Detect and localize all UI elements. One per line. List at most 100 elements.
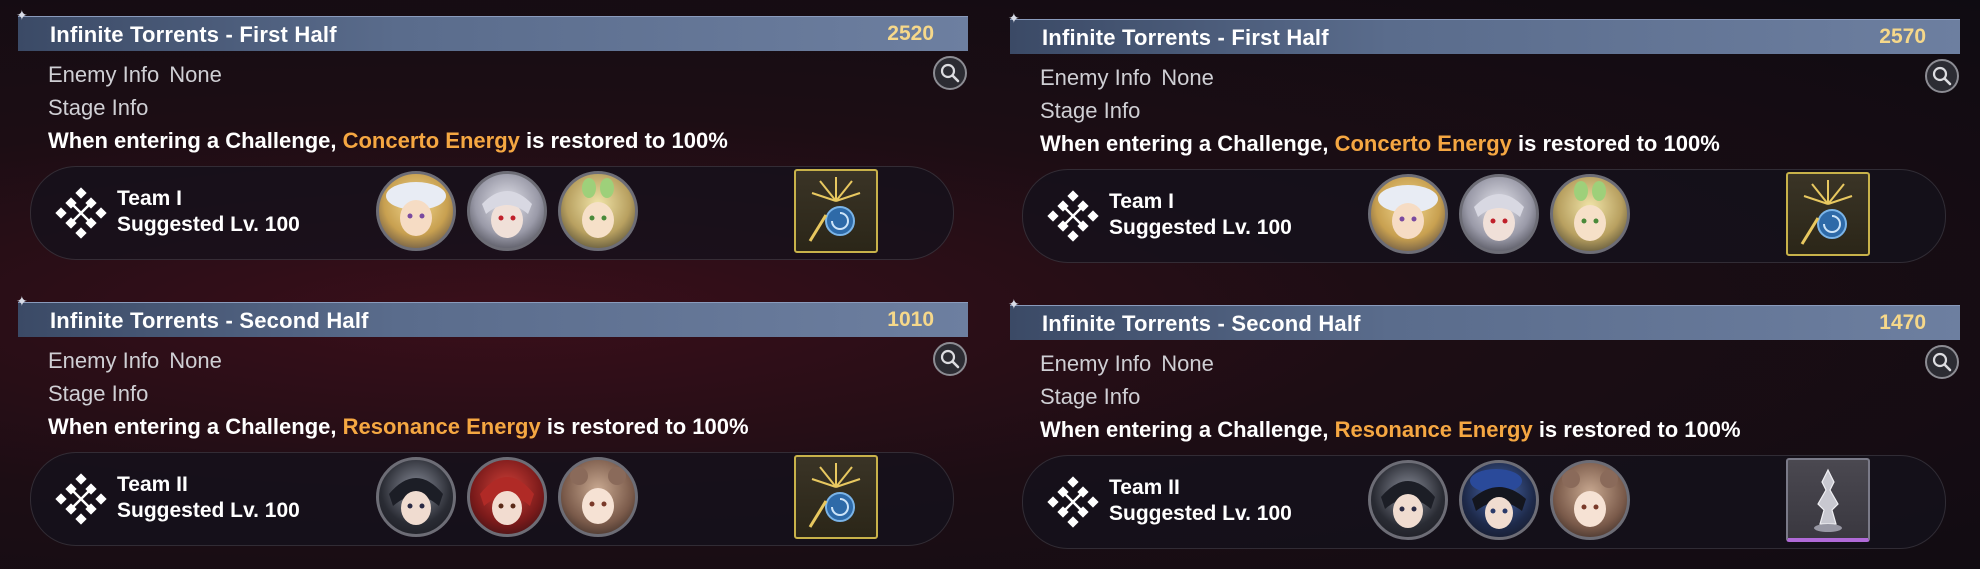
team-crossed-swords-icon (55, 187, 107, 239)
team-panel: Team I Suggested Lv. 100 (1022, 169, 1946, 263)
stage-title: Infinite Torrents - Second Half (50, 308, 369, 333)
character-avatar-dark-hair[interactable] (376, 457, 456, 537)
magnifier-button[interactable] (933, 56, 967, 90)
magnifier-icon (940, 63, 960, 83)
team-panel: Team II Suggested Lv. 100 (1022, 455, 1946, 549)
enemy-info-value: None (1161, 351, 1214, 376)
magnifier-button[interactable] (933, 342, 967, 376)
team-crossed-swords-icon (55, 473, 107, 525)
desc-suffix: is restored to 100% (546, 414, 749, 439)
magnifier-icon (940, 349, 960, 369)
character-avatar-silver-hair[interactable] (467, 171, 547, 251)
character-portrait (1574, 181, 1606, 241)
team-name: Team I (1109, 190, 1174, 213)
character-portrait (570, 467, 626, 524)
stage-title: Infinite Torrents - Second Half (1042, 311, 1361, 336)
stage-header-bar: ✦ Infinite Torrents - Second Half 1470 (1008, 296, 1960, 340)
enemy-info-label: Enemy Info (1040, 351, 1152, 376)
stage-description: When entering a Challenge, Resonance Ene… (1040, 417, 1741, 443)
echo-slot[interactable] (794, 455, 878, 539)
character-portrait (1381, 481, 1435, 528)
enemy-info-value: None (169, 348, 222, 373)
character-avatar-green-leaf[interactable] (558, 171, 638, 251)
desc-highlight: Resonance Energy (342, 414, 541, 439)
sparkle-icon: ✦ (16, 293, 28, 309)
character-portrait (482, 191, 532, 238)
stage-info-label: Stage Info (1040, 98, 1141, 123)
character-avatar-bear-ears[interactable] (1550, 460, 1630, 540)
suggested-level: Suggested Lv. 100 (1109, 502, 1292, 525)
enemy-info-value: None (169, 62, 222, 87)
sparkle-icon: ✦ (1008, 10, 1020, 26)
stage-header-bar: ✦ Infinite Torrents - First Half 2520 (16, 7, 968, 51)
suggested-level: Suggested Lv. 100 (117, 213, 300, 236)
character-portrait (1562, 470, 1618, 527)
right-record-column: ✦ Infinite Torrents - First Half 2570 En… (992, 0, 1960, 569)
stage-score: 2520 (887, 22, 934, 45)
stage-info-label: Stage Info (1040, 384, 1141, 409)
character-portrait (389, 478, 443, 525)
stage-title: Infinite Torrents - First Half (50, 22, 337, 47)
magnifier-icon (1932, 352, 1952, 372)
stage-score: 1010 (887, 308, 934, 331)
character-portrait (1378, 185, 1438, 239)
character-avatar-dark-hair[interactable] (1368, 460, 1448, 540)
enemy-info-label: Enemy Info (48, 62, 160, 87)
enemy-info-label: Enemy Info (1040, 65, 1152, 90)
desc-suffix: is restored to 100% (1538, 417, 1741, 442)
desc-prefix: When entering a Challenge, (1040, 417, 1329, 442)
enemy-info-row: Enemy Info None (48, 348, 222, 374)
suggested-level: Suggested Lv. 100 (117, 499, 300, 522)
character-portrait (582, 178, 614, 238)
team-crossed-swords-icon (1047, 476, 1099, 528)
team-crossed-swords-icon (1047, 190, 1099, 242)
enemy-info-label: Enemy Info (48, 348, 160, 373)
character-portrait (480, 477, 534, 525)
echo-slot[interactable] (1786, 458, 1870, 542)
stage-info-label: Stage Info (48, 381, 149, 406)
magnifier-button[interactable] (1925, 345, 1959, 379)
stage-score: 2570 (1879, 25, 1926, 48)
stage-score: 1470 (1879, 311, 1926, 334)
character-avatar-blonde-white-hat[interactable] (376, 171, 456, 251)
character-avatar-blonde-white-hat[interactable] (1368, 174, 1448, 254)
magnifier-icon (1932, 66, 1952, 86)
character-avatar-red-hair[interactable] (467, 457, 547, 537)
echo-slot[interactable] (1786, 172, 1870, 256)
golden-seahorse-echo-icon (808, 463, 861, 528)
magnifier-button[interactable] (1925, 59, 1959, 93)
character-avatar-blue-beret[interactable] (1459, 460, 1539, 540)
stage-description: When entering a Challenge, Concerto Ener… (1040, 131, 1720, 157)
team-name: Team I (117, 187, 182, 210)
stage-description: When entering a Challenge, Concerto Ener… (48, 128, 728, 154)
sparkle-icon: ✦ (1008, 296, 1020, 312)
character-portrait (386, 182, 446, 236)
stage-description: When entering a Challenge, Resonance Ene… (48, 414, 749, 440)
echo-slot[interactable] (794, 169, 878, 253)
stage-info-label: Stage Info (48, 95, 149, 120)
enemy-info-row: Enemy Info None (1040, 351, 1214, 377)
character-avatar-green-leaf[interactable] (1550, 174, 1630, 254)
desc-highlight: Concerto Energy (1334, 131, 1512, 156)
silver-statue-echo-icon (1814, 468, 1842, 532)
enemy-info-value: None (1161, 65, 1214, 90)
team-name: Team II (1109, 476, 1180, 499)
team-panel: Team I Suggested Lv. 100 (30, 166, 954, 260)
team-name: Team II (117, 473, 188, 496)
desc-prefix: When entering a Challenge, (48, 128, 337, 153)
desc-suffix: is restored to 100% (526, 128, 728, 153)
character-avatar-bear-ears[interactable] (558, 457, 638, 537)
left-record-column: ✦ Infinite Torrents - First Half 2520 En… (0, 0, 968, 569)
character-avatar-silver-hair[interactable] (1459, 174, 1539, 254)
stage-header-bar: ✦ Infinite Torrents - Second Half 1010 (16, 293, 968, 337)
stage-title: Infinite Torrents - First Half (1042, 25, 1329, 50)
character-portrait (1474, 194, 1524, 241)
team-panel: Team II Suggested Lv. 100 (30, 452, 954, 546)
enemy-info-row: Enemy Info None (1040, 65, 1214, 91)
desc-suffix: is restored to 100% (1518, 131, 1720, 156)
desc-highlight: Concerto Energy (342, 128, 520, 153)
suggested-level: Suggested Lv. 100 (1109, 216, 1292, 239)
golden-seahorse-echo-icon (808, 177, 861, 242)
golden-seahorse-echo-icon (1800, 180, 1853, 245)
desc-highlight: Resonance Energy (1334, 417, 1533, 442)
